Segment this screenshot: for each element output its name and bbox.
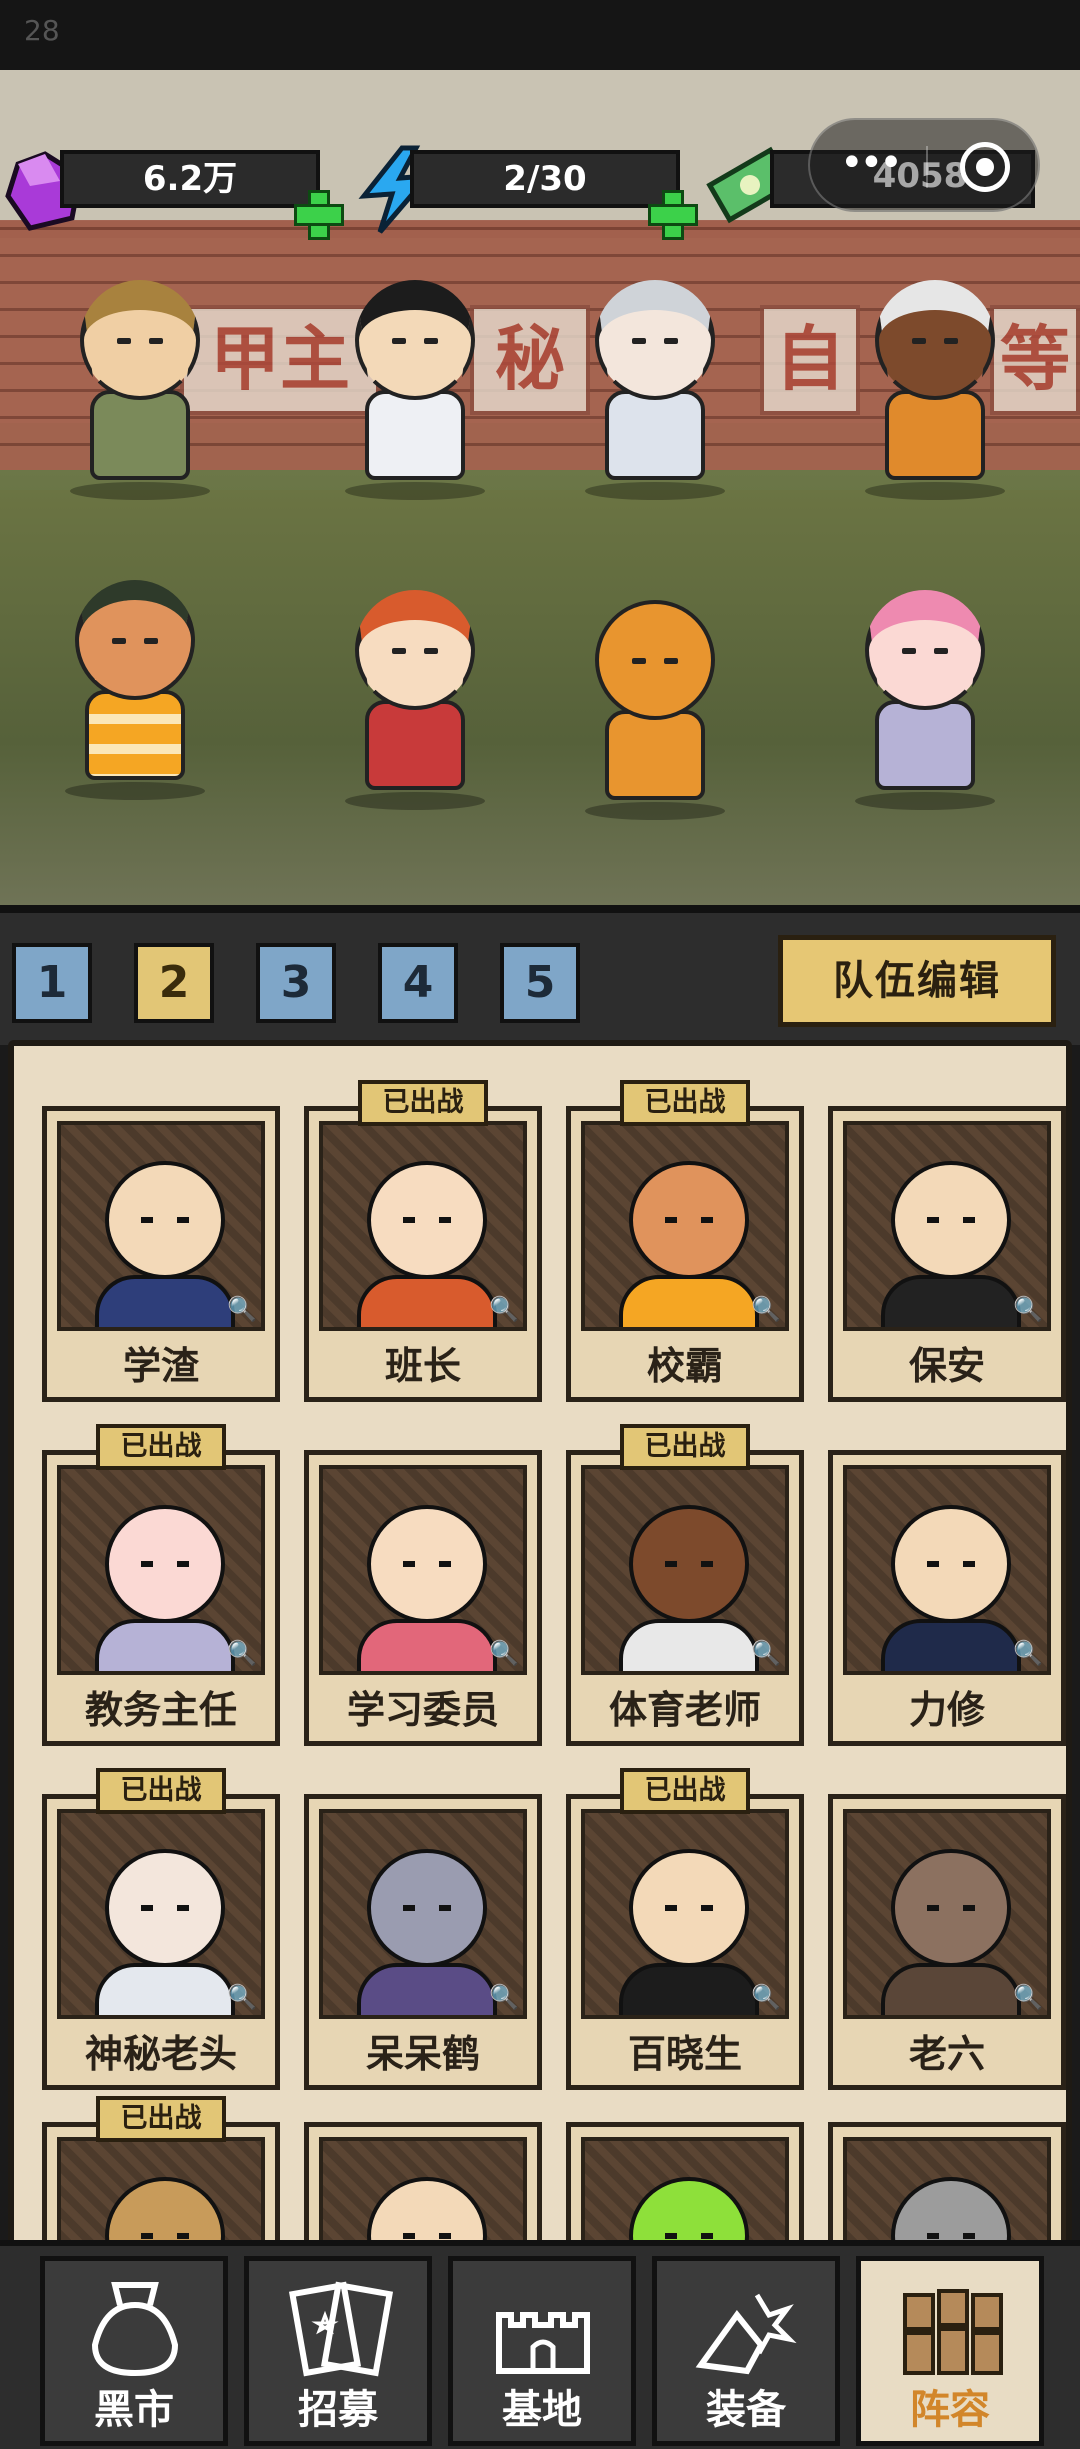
hero-card[interactable]: 🔍 神秘老头: [42, 1794, 280, 2090]
magnifier-icon[interactable]: 🔍: [489, 1983, 519, 2011]
deployed-badge: 已出战: [620, 1768, 750, 1814]
bottom-nav: 黑市 招募 基地 装备 阵容: [0, 2240, 1080, 2449]
status-time: 28: [24, 14, 60, 47]
hero-card[interactable]: 🔍 呆呆鹤: [304, 1794, 542, 2090]
deployed-badge: 已出战: [620, 1080, 750, 1126]
magnifier-icon[interactable]: 🔍: [751, 1639, 781, 1667]
formation-hero[interactable]: [830, 580, 1020, 810]
magnifier-icon[interactable]: 🔍: [489, 1295, 519, 1323]
hero-portrait: 🔍: [581, 1121, 789, 1331]
money-counter: 4058: [872, 156, 968, 196]
deployed-badge: 已出战: [96, 2096, 226, 2142]
formation-hero[interactable]: [45, 270, 235, 500]
hero-portrait: 🔍: [319, 1121, 527, 1331]
hero-card[interactable]: 🔍 体育老师: [566, 1450, 804, 1746]
magnifier-icon[interactable]: 🔍: [751, 1295, 781, 1323]
team-tab-2[interactable]: 2: [134, 943, 214, 1023]
hero-card[interactable]: 🔍 班长: [304, 1106, 542, 1402]
magnifier-icon[interactable]: 🔍: [1013, 1983, 1043, 2011]
nav-equipment[interactable]: 装备: [652, 2256, 840, 2446]
weapon-icon: [695, 2293, 797, 2375]
hero-card[interactable]: 🔍 百晓生: [566, 1794, 804, 2090]
hero-portrait: 🔍: [581, 1809, 789, 2019]
hero-card[interactable]: 🔍 校霸: [566, 1106, 804, 1402]
hero-portrait: 🔍: [843, 1465, 1051, 1675]
hero-name: 呆呆鹤: [365, 2032, 480, 2076]
team-icon: [903, 2289, 1003, 2375]
formation-hero[interactable]: [560, 590, 750, 820]
hero-card[interactable]: 🔍 老六: [828, 1794, 1066, 2090]
nav-base[interactable]: 基地: [448, 2256, 636, 2446]
castle-icon: [496, 2312, 590, 2374]
magnifier-icon[interactable]: 🔍: [227, 1639, 257, 1667]
hero-card[interactable]: 🔍 学渣: [42, 1106, 280, 1402]
magnifier-icon[interactable]: 🔍: [227, 1983, 257, 2011]
hero-card[interactable]: 🔍 保安: [828, 1106, 1066, 1402]
hero-name: 体育老师: [608, 1688, 761, 1732]
nav-label: 基地: [502, 2387, 582, 2433]
deployed-badge: 已出战: [620, 1424, 750, 1470]
hero-portrait: 🔍: [319, 1465, 527, 1675]
hero-name: 学习委员: [346, 1688, 499, 1732]
hero-portrait: 🔍: [57, 1465, 265, 1675]
hero-portrait: 🔍: [843, 1121, 1051, 1331]
hero-card[interactable]: 🔍 力修: [828, 1450, 1066, 1746]
nav-label: 招募: [298, 2387, 378, 2433]
game-screen: { "status": { "time": "28" }, "resources…: [0, 0, 1080, 2449]
magnifier-icon[interactable]: 🔍: [751, 1983, 781, 2011]
hero-portrait: 🔍: [843, 1809, 1051, 2019]
hero-card[interactable]: 🔍 学习委员: [304, 1450, 542, 1746]
hero-name: 神秘老头: [84, 2032, 237, 2076]
team-tab-1[interactable]: 1: [12, 943, 92, 1023]
hero-name: 老六: [908, 2032, 985, 2076]
add-gems-button[interactable]: [290, 186, 344, 240]
magnifier-icon[interactable]: 🔍: [489, 1639, 519, 1667]
team-tab-4[interactable]: 4: [378, 943, 458, 1023]
hero-name: 保安: [908, 1344, 985, 1388]
system-status-bar: 28: [0, 0, 1080, 70]
hero-name: 百晓生: [627, 2032, 742, 2076]
team-tab-3[interactable]: 3: [256, 943, 336, 1023]
energy-counter: 2/30: [410, 150, 680, 208]
magnifier-icon[interactable]: 🔍: [1013, 1295, 1043, 1323]
magnifier-icon[interactable]: 🔍: [227, 1295, 257, 1323]
formation-hero[interactable]: [840, 270, 1030, 500]
bag-icon: [91, 2282, 179, 2377]
team-edit-button[interactable]: 队伍编辑: [778, 935, 1056, 1027]
hero-portrait: 🔍: [57, 1121, 265, 1331]
nav-label: 黑市: [94, 2387, 174, 2433]
formation-hero[interactable]: [40, 570, 230, 800]
roster-panel: 🔍 学渣 🔍 班长 已出战 🔍 校霸 已出战 🔍 保安 🔍 教务主任 已出战 🔍 学习委员 🔍 体育老师 已出战 🔍…: [8, 1040, 1072, 2340]
hero-portrait: 🔍: [581, 1465, 789, 1675]
magnifier-icon[interactable]: 🔍: [1013, 1639, 1043, 1667]
team-tabs-row: 1 2 3 4 5 队伍编辑: [0, 905, 1080, 1045]
formation-hero[interactable]: [320, 270, 510, 500]
deployed-badge: 已出战: [96, 1768, 226, 1814]
cards-icon: [288, 2281, 394, 2377]
nav-label: 阵容: [910, 2387, 990, 2433]
formation-hero[interactable]: [320, 580, 510, 810]
add-energy-button[interactable]: [644, 186, 698, 240]
nav-recruit[interactable]: 招募: [244, 2256, 432, 2446]
deployed-badge: 已出战: [358, 1080, 488, 1126]
nav-black-market[interactable]: 黑市: [40, 2256, 228, 2446]
formation-hero[interactable]: [560, 270, 750, 500]
hero-portrait: 🔍: [57, 1809, 265, 2019]
team-tab-5[interactable]: 5: [500, 943, 580, 1023]
hero-name: 班长: [384, 1344, 461, 1388]
nav-lineup[interactable]: 阵容: [856, 2256, 1044, 2446]
gem-counter: 6.2万: [60, 150, 320, 208]
nav-label: 装备: [706, 2387, 786, 2433]
hero-card[interactable]: 🔍 教务主任: [42, 1450, 280, 1746]
deployed-badge: 已出战: [96, 1424, 226, 1470]
hero-name: 教务主任: [84, 1688, 237, 1732]
hero-portrait: 🔍: [319, 1809, 527, 2019]
hero-name: 学渣: [122, 1344, 199, 1388]
hero-name: 校霸: [646, 1344, 723, 1388]
hero-name: 力修: [908, 1688, 985, 1732]
